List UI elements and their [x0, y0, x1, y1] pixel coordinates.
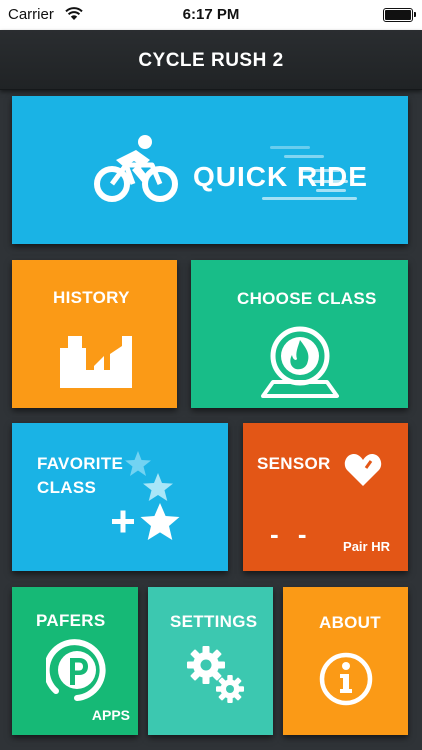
page-title: CYCLE RUSH 2 — [138, 50, 284, 71]
gears-icon — [187, 646, 244, 703]
choose-class-label: CHOOSE CLASS — [237, 289, 377, 308]
favorite-label-line2: CLASS — [37, 478, 97, 497]
pafers-label: PAFERS — [36, 611, 106, 630]
cyclist-icon — [94, 135, 178, 202]
pafers-logo-icon — [46, 639, 106, 701]
add-star-icon — [112, 451, 180, 540]
heart-icon — [344, 454, 382, 486]
settings-tile[interactable]: SETTINGS — [148, 587, 273, 735]
history-tile[interactable]: HISTORY — [12, 260, 177, 408]
sensor-tile[interactable]: SENSOR - - Pair HR — [243, 423, 408, 571]
status-bar: Carrier 6:17 PM — [0, 0, 422, 30]
heart-rate-value: - - — [270, 519, 313, 549]
favorite-class-tile[interactable]: FAVORITE CLASS — [12, 423, 228, 571]
history-label: HISTORY — [53, 288, 130, 307]
about-tile[interactable]: ABOUT — [283, 587, 408, 735]
settings-label: SETTINGS — [170, 612, 258, 631]
battery-icon — [383, 8, 416, 22]
apps-label: APPS — [91, 707, 130, 723]
sensor-label: SENSOR — [257, 454, 331, 473]
quick-ride-tile[interactable]: QUICK RIDE — [12, 96, 408, 244]
pair-hr-button[interactable]: Pair HR — [343, 539, 390, 554]
history-chart-icon — [60, 336, 132, 388]
about-label: ABOUT — [319, 613, 381, 632]
choose-class-tile[interactable]: CHOOSE CLASS — [191, 260, 408, 408]
nav-bar: CYCLE RUSH 2 — [0, 30, 422, 90]
pafers-apps-tile[interactable]: PAFERS APPS — [12, 587, 138, 735]
quick-ride-label: QUICK RIDE — [193, 161, 368, 192]
class-flame-icon — [261, 326, 339, 398]
clock: 6:17 PM — [182, 6, 240, 23]
info-icon — [319, 652, 373, 706]
